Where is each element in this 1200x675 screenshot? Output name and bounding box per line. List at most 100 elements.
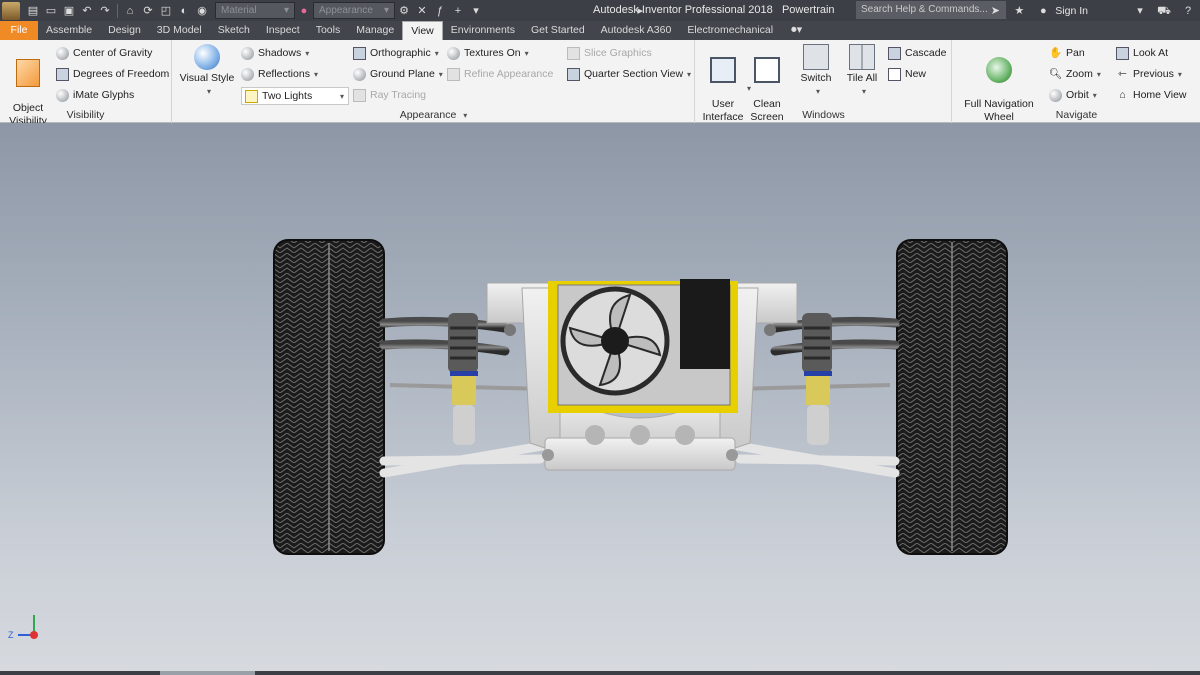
material-select[interactable]: Material ▾: [215, 2, 295, 19]
orthographic-button[interactable]: Orthographic ▾: [353, 44, 439, 62]
ray-tracing-button[interactable]: Ray Tracing: [353, 86, 426, 104]
pan-button[interactable]: ✋ Pan: [1049, 44, 1085, 62]
appearance-panel-label[interactable]: Appearance ▾: [173, 109, 694, 121]
tab-file[interactable]: File: [0, 21, 38, 40]
textures-icon: [447, 46, 460, 60]
switch-dropdown-icon: ▾: [815, 87, 820, 96]
navigation-wheel-icon: [986, 57, 1012, 83]
look-at-icon: [1116, 46, 1129, 60]
right-tire[interactable]: [896, 239, 1008, 555]
reflections-icon: [241, 67, 254, 81]
ground-plane-label: Ground Plane: [370, 68, 435, 80]
home-icon[interactable]: ⌂: [123, 4, 137, 18]
visual-style-button[interactable]: Visual Style ▾: [177, 44, 237, 98]
refine-appearance-label: Refine Appearance: [464, 68, 554, 80]
tile-all-button[interactable]: Tile All ▾: [842, 44, 882, 98]
window-title: Autodesk Inventor Professional 2018 Powe…: [593, 4, 835, 16]
degrees-of-freedom-button[interactable]: Degrees of Freedom: [56, 65, 169, 83]
slice-graphics-button[interactable]: Slice Graphics: [567, 44, 652, 62]
ground-plane-icon: [353, 67, 366, 81]
refine-appearance-button[interactable]: Refine Appearance: [447, 65, 553, 83]
home-view-button[interactable]: ⌂ Home View: [1116, 86, 1186, 104]
tab-get-started[interactable]: Get Started: [523, 21, 593, 40]
quarter-section-view-icon: [567, 67, 580, 81]
look-at-button[interactable]: Look At: [1116, 44, 1168, 62]
appearance-icon[interactable]: ◉: [195, 4, 209, 18]
open-icon[interactable]: ▭: [44, 4, 58, 18]
previous-view-button[interactable]: ⇽ Previous ▾: [1116, 65, 1182, 83]
tab-3d-model[interactable]: 3D Model: [149, 21, 210, 40]
imate-glyphs-icon: [56, 88, 69, 102]
tab-view[interactable]: View: [402, 21, 443, 40]
imate-glyphs-button[interactable]: iMate Glyphs: [56, 86, 134, 104]
left-shock-absorber[interactable]: [448, 313, 478, 445]
user-icon[interactable]: ●: [1036, 4, 1050, 18]
orbit-button[interactable]: Orbit ▾: [1049, 86, 1097, 104]
tab-tools[interactable]: Tools: [308, 21, 349, 40]
home-view-icon: ⌂: [1119, 88, 1126, 101]
switch-icon: [803, 44, 829, 70]
tab-design[interactable]: Design: [100, 21, 149, 40]
properties-icon[interactable]: ◐: [177, 4, 191, 18]
slice-graphics-label: Slice Graphics: [584, 47, 652, 59]
redo-icon[interactable]: ↷: [98, 4, 112, 18]
tile-all-dropdown-icon: ▾: [861, 87, 866, 96]
lighting-style-value: Two Lights: [262, 90, 313, 102]
visual-style-icon: [194, 44, 220, 70]
tile-all-icon: [849, 44, 875, 70]
tab-autodesk-a360[interactable]: Autodesk A360: [593, 21, 680, 40]
tab-assemble[interactable]: Assemble: [38, 21, 100, 40]
graphics-viewport[interactable]: Z: [0, 123, 1200, 671]
triad-z-label: Z: [8, 630, 14, 640]
center-of-gravity-button[interactable]: Center of Gravity: [56, 44, 152, 62]
new-window-button[interactable]: New: [888, 65, 926, 83]
lighting-dropdown-icon: ▾: [339, 91, 344, 101]
save-icon[interactable]: ▣: [62, 4, 76, 18]
add-icon[interactable]: +: [451, 4, 465, 18]
quarter-section-view-button[interactable]: Quarter Section View ▾: [567, 65, 691, 83]
update-icon[interactable]: ⟳: [141, 4, 155, 18]
app-logo-icon[interactable]: [2, 1, 20, 20]
color-wheel-icon[interactable]: ●: [297, 4, 311, 18]
tab-environments[interactable]: Environments: [443, 21, 523, 40]
tab-inspect[interactable]: Inspect: [258, 21, 308, 40]
tab-manage[interactable]: Manage: [348, 21, 402, 40]
switch-button[interactable]: Switch ▾: [796, 44, 836, 98]
shadows-button[interactable]: Shadows ▾: [241, 44, 309, 62]
dropdown-icon[interactable]: ▾: [1133, 4, 1147, 18]
sign-in-link[interactable]: Sign In: [1055, 5, 1088, 17]
clear-icon[interactable]: ✕: [415, 4, 429, 18]
select-icon[interactable]: ◰: [159, 4, 173, 18]
customize-icon[interactable]: ▾: [469, 4, 483, 18]
cart-icon[interactable]: ⛟: [1157, 4, 1171, 18]
view-triad[interactable]: Z: [6, 611, 46, 645]
reflections-button[interactable]: Reflections ▾: [241, 65, 318, 83]
suspension-assembly-model[interactable]: [0, 123, 1200, 671]
formula-icon[interactable]: ƒ: [433, 4, 447, 18]
undo-icon[interactable]: ↶: [80, 4, 94, 18]
object-visibility-icon: [16, 59, 40, 87]
lighting-style-select[interactable]: Two Lights ▾: [241, 87, 349, 105]
document-tab-grip[interactable]: [160, 671, 255, 675]
zoom-button[interactable]: 🔍︎ Zoom ▾: [1049, 65, 1101, 83]
left-tire[interactable]: [273, 239, 385, 555]
tab-sketch[interactable]: Sketch: [210, 21, 258, 40]
tab-electromechanical[interactable]: Electromechanical: [679, 21, 781, 40]
cascade-button[interactable]: Cascade: [888, 44, 946, 62]
textures-on-button[interactable]: Textures On ▾: [447, 44, 529, 62]
adjust-icon[interactable]: ⚙: [397, 4, 411, 18]
tile-all-label: Tile All: [846, 72, 878, 84]
ground-plane-button[interactable]: Ground Plane ▾: [353, 65, 443, 83]
help-icon[interactable]: ?: [1181, 4, 1195, 18]
expand-icon[interactable]: ▸: [633, 4, 647, 18]
clean-screen-icon: [754, 57, 780, 83]
appearance-select[interactable]: Appearance ▾: [313, 2, 395, 19]
cooling-fan[interactable]: [560, 286, 670, 396]
star-icon[interactable]: ★: [1012, 4, 1026, 18]
refine-appearance-icon: [447, 67, 460, 81]
new-file-icon[interactable]: ▤: [26, 4, 40, 18]
right-shock-absorber[interactable]: [802, 313, 832, 445]
ribbon-options-icon[interactable]: ⏺▾: [791, 23, 802, 40]
appearance-panel: Visual Style ▾ Shadows ▾ Reflections ▾ Two …: [173, 40, 695, 123]
search-go-icon[interactable]: ➤: [988, 4, 1002, 18]
